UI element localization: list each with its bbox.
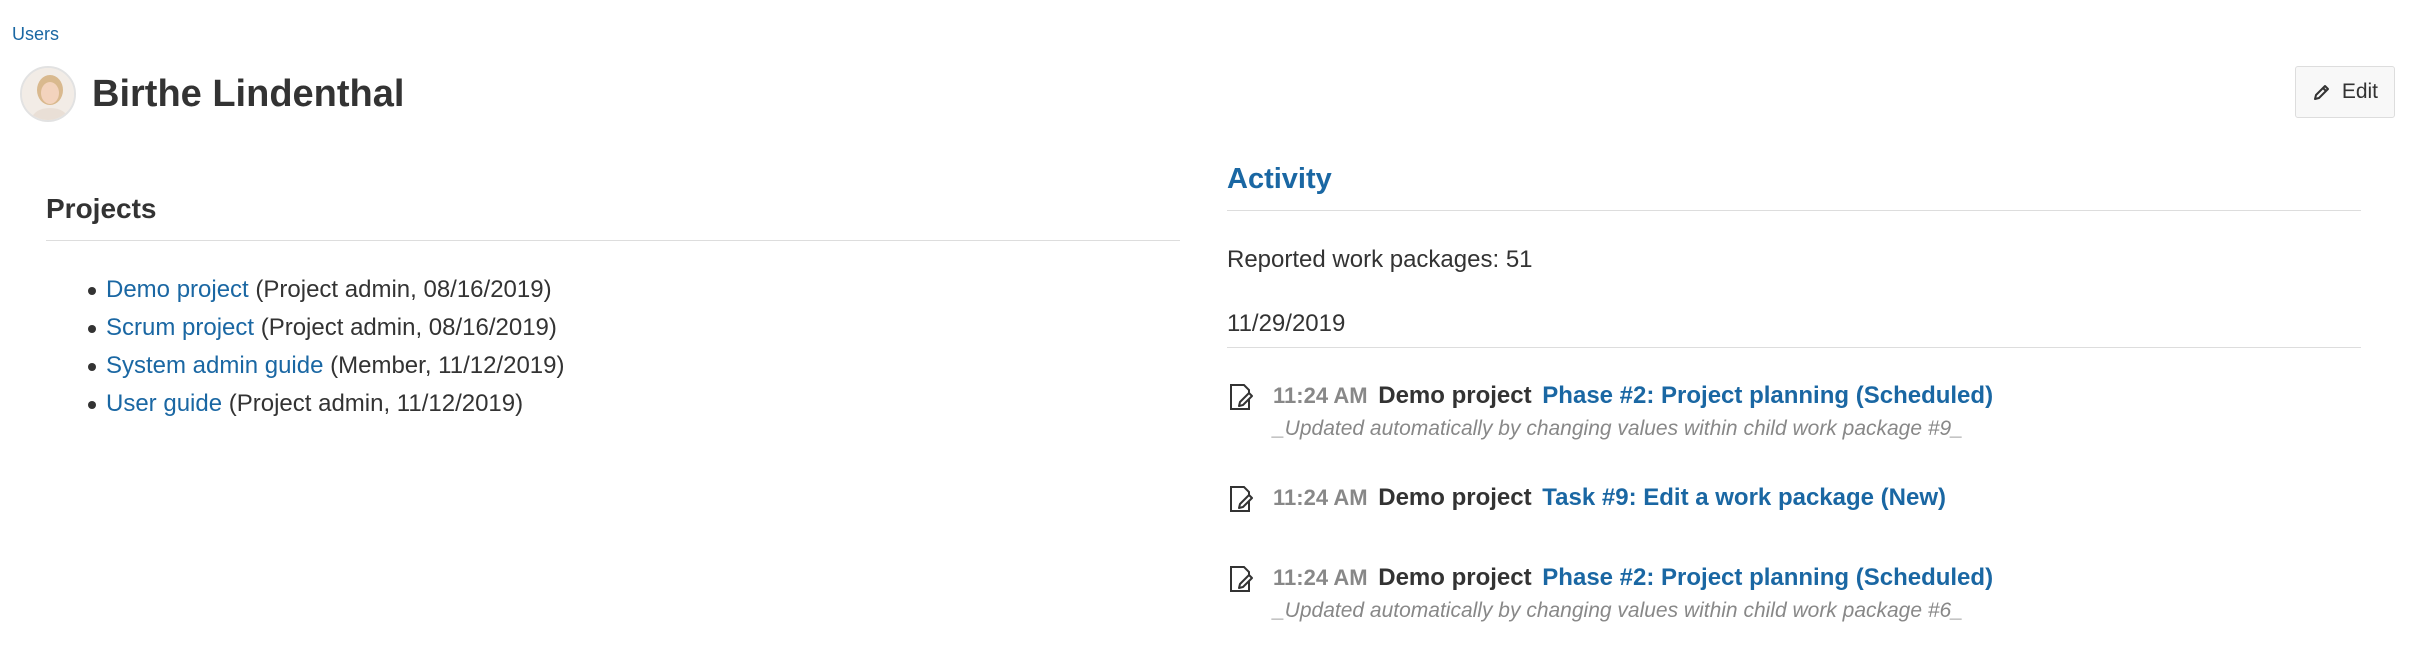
activity-content: 11:24 AM Demo project Task #9: Edit a wo… (1273, 480, 1946, 516)
activity-date: 11/29/2019 (1227, 310, 1346, 337)
project-link-system-admin-guide[interactable]: System admin guide (106, 352, 323, 379)
project-list: Demo project (Project admin, 08/16/2019)… (46, 271, 1180, 423)
activity-item: 11:24 AM Demo project Phase #2: Project … (1227, 378, 2361, 444)
project-role: (Member, 11/12/2019) (330, 352, 565, 379)
project-link-demo[interactable]: Demo project (106, 276, 249, 303)
work-package-link[interactable]: Phase #2: Project planning (Scheduled) (1542, 382, 1993, 409)
activity-time: 11:24 AM (1273, 485, 1368, 510)
activity-content: 11:24 AM Demo project Phase #2: Project … (1273, 560, 1993, 626)
activity-description: _Updated automatically by changing value… (1273, 417, 1963, 440)
reported-work-packages: Reported work packages: 51 (1227, 246, 1533, 273)
activity-project: Demo project (1378, 564, 1532, 591)
project-list-item: System admin guide (Member, 11/12/2019) (86, 347, 1180, 385)
project-list-item: User guide (Project admin, 11/12/2019) (86, 385, 1180, 423)
work-package-edit-icon (1230, 384, 1253, 410)
date-divider (1227, 347, 2361, 348)
project-role: (Project admin, 11/12/2019) (228, 390, 524, 417)
activity-divider (1227, 210, 2361, 211)
activity-description: _Updated automatically by changing value… (1273, 599, 1963, 622)
project-role: (Project admin, 08/16/2019) (255, 276, 552, 303)
projects-divider (46, 240, 1180, 241)
activity-heading-link[interactable]: Activity (1227, 158, 2361, 210)
activity-list: 11:24 AM Demo project Phase #2: Project … (1227, 378, 2361, 626)
work-package-link[interactable]: Task #9: Edit a work package (New) (1542, 484, 1946, 511)
project-link-user-guide[interactable]: User guide (106, 390, 222, 417)
activity-time: 11:24 AM (1273, 383, 1368, 408)
work-package-edit-icon (1230, 486, 1253, 512)
projects-section: Projects Demo project (Project admin, 08… (46, 190, 1180, 423)
breadcrumb-users-link[interactable]: Users (12, 24, 59, 45)
activity-project: Demo project (1378, 484, 1532, 511)
activity-item: 11:24 AM Demo project Task #9: Edit a wo… (1227, 480, 2361, 516)
projects-heading: Projects (46, 193, 157, 224)
activity-item: 11:24 AM Demo project Phase #2: Project … (1227, 560, 2361, 626)
page-title: Birthe Lindenthal (92, 72, 405, 115)
project-link-scrum[interactable]: Scrum project (106, 314, 254, 341)
project-list-item: Scrum project (Project admin, 08/16/2019… (86, 309, 1180, 347)
activity-content: 11:24 AM Demo project Phase #2: Project … (1273, 378, 1993, 444)
edit-button[interactable]: Edit (2294, 66, 2395, 118)
activity-section: Activity Reported work packages: 51 11/2… (1227, 158, 2361, 662)
project-role: (Project admin, 08/16/2019) (260, 314, 557, 341)
page-header: Birthe Lindenthal (20, 64, 404, 124)
activity-project: Demo project (1378, 382, 1532, 409)
project-list-item: Demo project (Project admin, 08/16/2019) (86, 271, 1180, 309)
work-package-link[interactable]: Phase #2: Project planning (Scheduled) (1542, 564, 1993, 591)
user-avatar (20, 66, 76, 122)
pencil-icon (2313, 85, 2329, 100)
edit-button-label: Edit (2341, 80, 2378, 103)
work-package-edit-icon (1230, 566, 1253, 592)
activity-time: 11:24 AM (1273, 565, 1368, 590)
